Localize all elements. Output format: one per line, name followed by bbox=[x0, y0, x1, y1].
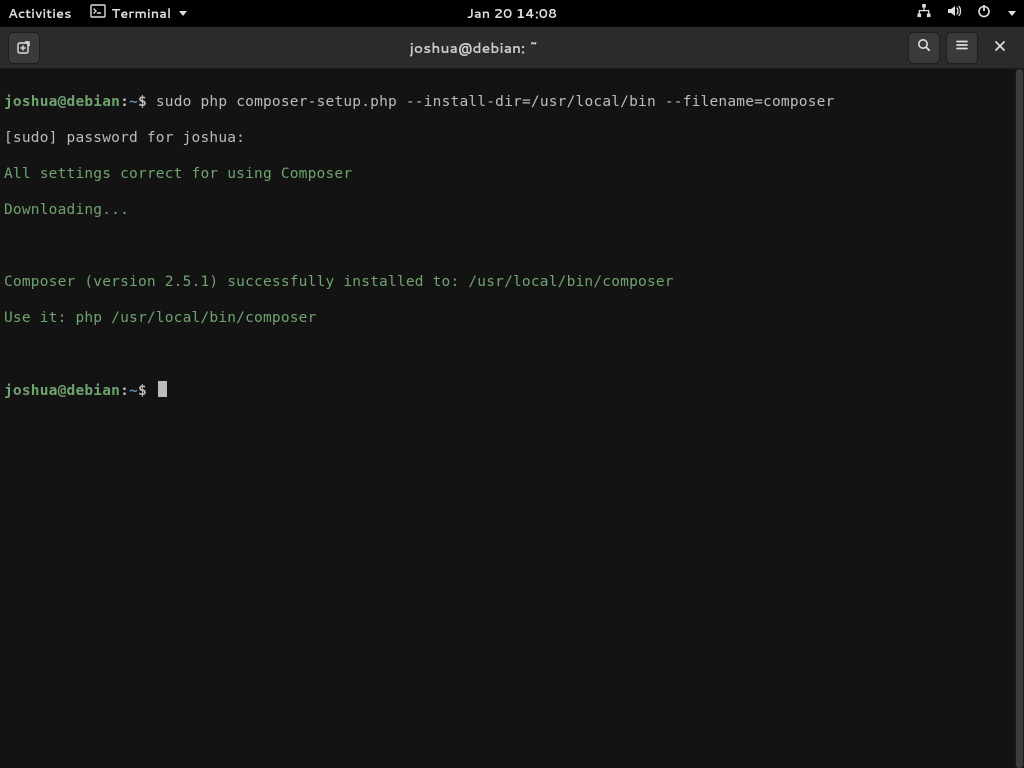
scrollbar-thumb[interactable] bbox=[1016, 69, 1023, 768]
new-tab-button[interactable] bbox=[8, 32, 40, 64]
hamburger-icon bbox=[954, 37, 970, 58]
command-text: sudo php composer-setup.php --install-di… bbox=[147, 94, 835, 110]
terminal-line: Composer (version 2.5.1) successfully in… bbox=[4, 273, 1020, 291]
close-button[interactable] bbox=[984, 32, 1016, 64]
terminal-line bbox=[4, 345, 1020, 363]
volume-icon[interactable] bbox=[946, 3, 962, 24]
system-menu-chevron-icon[interactable] bbox=[1008, 11, 1016, 16]
terminal-viewport[interactable]: joshua@debian:~$ sudo php composer-setup… bbox=[0, 69, 1024, 768]
menu-button[interactable] bbox=[946, 32, 978, 64]
terminal-line: joshua@debian:~$ bbox=[4, 381, 1020, 400]
terminal-line bbox=[4, 237, 1020, 255]
search-button[interactable] bbox=[908, 32, 940, 64]
prompt-dollar: $ bbox=[138, 383, 147, 399]
scrollbar[interactable] bbox=[1015, 69, 1024, 768]
prompt-user-host: joshua@debian bbox=[4, 94, 120, 110]
prompt-path: ~ bbox=[129, 94, 138, 110]
clock-label: Jan 20 14:08 bbox=[467, 5, 557, 23]
search-icon bbox=[916, 37, 932, 58]
chevron-down-icon bbox=[179, 11, 187, 16]
gnome-topbar: Activities Terminal Jan 20 14:08 bbox=[0, 0, 1024, 27]
prompt-path: ~ bbox=[129, 383, 138, 399]
window-headerbar: joshua@debian: ~ bbox=[0, 27, 1024, 69]
app-menu-label: Terminal bbox=[112, 5, 172, 23]
terminal-icon bbox=[90, 3, 106, 24]
app-menu[interactable]: Terminal bbox=[90, 3, 188, 24]
activities-label: Activities bbox=[8, 5, 72, 23]
terminal-line: All settings correct for using Composer bbox=[4, 165, 1020, 183]
clock-menu[interactable]: Jan 20 14:08 bbox=[467, 5, 557, 23]
window-title: joshua@debian: ~ bbox=[40, 38, 908, 58]
cursor bbox=[158, 381, 167, 397]
prompt-sep: : bbox=[120, 383, 129, 399]
prompt-dollar: $ bbox=[138, 94, 147, 110]
prompt-sep: : bbox=[120, 94, 129, 110]
close-icon bbox=[993, 38, 1007, 58]
terminal-line: joshua@debian:~$ sudo php composer-setup… bbox=[4, 93, 1020, 111]
terminal-line: [sudo] password for joshua: bbox=[4, 129, 1020, 147]
terminal-line: Use it: php /usr/local/bin/composer bbox=[4, 309, 1020, 327]
activities-button[interactable]: Activities bbox=[8, 5, 72, 23]
terminal-line: Downloading... bbox=[4, 201, 1020, 219]
power-icon[interactable] bbox=[976, 3, 992, 24]
prompt-user-host: joshua@debian bbox=[4, 383, 120, 399]
network-icon[interactable] bbox=[916, 3, 932, 24]
